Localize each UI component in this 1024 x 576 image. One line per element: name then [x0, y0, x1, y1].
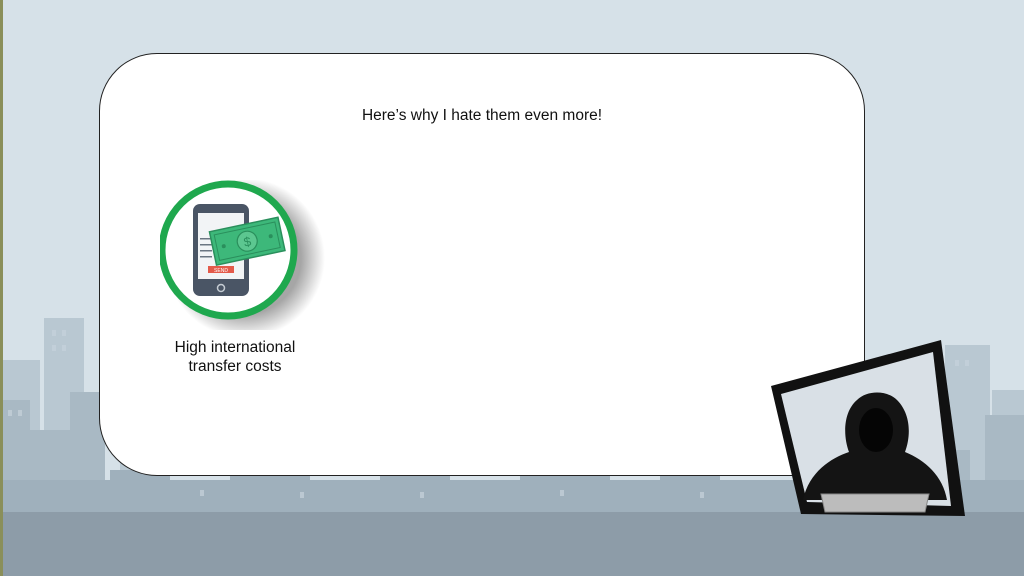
left-edge-accent [0, 0, 3, 576]
icon-caption: High international transfer costs [160, 338, 310, 376]
phone-money-transfer-icon: SEND $ [158, 178, 325, 338]
caption-line-2: transfer costs [188, 358, 282, 375]
transfer-icon-group: SEND $ [158, 178, 330, 338]
slide-heading: Here’s why I hate them even more! [361, 107, 603, 124]
hooded-hacker-icon [771, 340, 965, 516]
send-label: SEND [214, 268, 228, 274]
caption-line-1: High international [174, 339, 296, 356]
hacker-picture [765, 338, 975, 528]
